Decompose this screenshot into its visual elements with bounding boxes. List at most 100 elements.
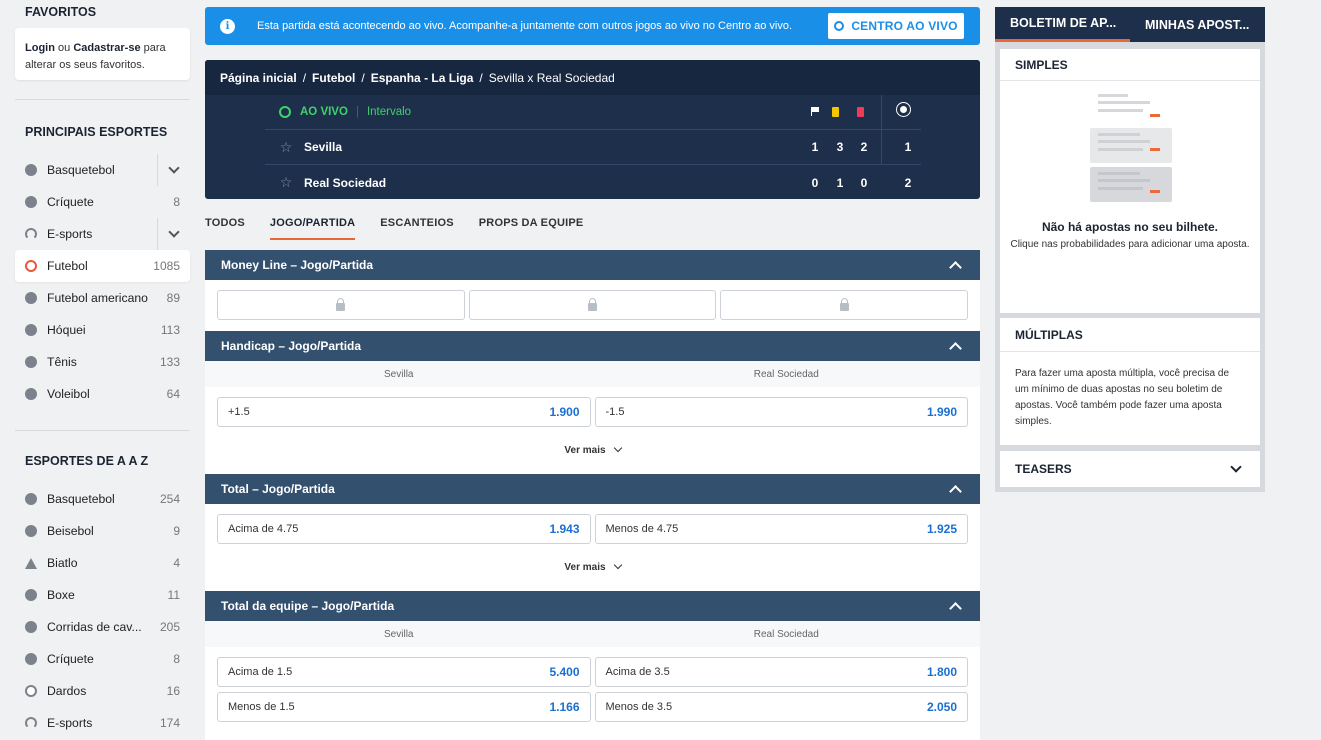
- az-item-boxe[interactable]: Boxe 11: [15, 579, 190, 611]
- multiples-panel: MÚLTIPLAS Para fazer uma aposta múltipla…: [1000, 318, 1260, 445]
- expand-button[interactable]: [157, 154, 190, 186]
- az-item-esports[interactable]: E-sports 174: [15, 707, 190, 739]
- sport-count: 205: [159, 620, 180, 634]
- breadcrumb-league[interactable]: Espanha - La Liga: [371, 71, 474, 85]
- market-columns: Sevilla Real Sociedad: [205, 361, 980, 387]
- live-banner: i Esta partida está acontecendo ao vivo.…: [205, 7, 980, 45]
- chevron-up-icon[interactable]: [949, 342, 962, 355]
- market-title: Money Line – Jogo/Partida: [221, 258, 374, 272]
- team-goals: 2: [904, 175, 912, 190]
- star-icon[interactable]: ☆: [279, 174, 293, 191]
- empty-slip-title: Não há apostas no seu bilhete.: [1041, 220, 1219, 234]
- tab-todos[interactable]: TODOS: [205, 210, 245, 240]
- sport-name: Futebol: [47, 259, 88, 273]
- sidebar-item-basquetebol[interactable]: Basquetebol: [15, 154, 190, 186]
- chevron-down-icon: [613, 560, 622, 570]
- see-more-button[interactable]: Ver mais: [205, 435, 980, 465]
- team-yellow-cards: 1: [836, 175, 844, 190]
- see-more-label: Ver mais: [564, 444, 606, 456]
- sidebar-item-criquete[interactable]: Críquete 8: [15, 186, 190, 218]
- odd-button[interactable]: Acima de 1.5 5.400: [217, 657, 591, 687]
- odd-button[interactable]: Menos de 1.5 1.166: [217, 692, 591, 722]
- sidebar-item-esports[interactable]: E-sports: [15, 218, 190, 250]
- sport-name: Futebol americano: [47, 291, 148, 305]
- chevron-down-icon: [168, 162, 180, 174]
- login-link[interactable]: Login: [25, 42, 55, 54]
- tab-jogo-partida[interactable]: JOGO/PARTIDA: [269, 210, 356, 240]
- breadcrumb: Página inicial / Futebol / Espanha - La Li…: [205, 60, 980, 95]
- sport-count: 1085: [153, 259, 180, 273]
- odd-button[interactable]: Acima de 4.75 1.943: [217, 514, 591, 544]
- team-red-cards: 0: [860, 175, 868, 190]
- az-item-criquete[interactable]: Críquete 8: [15, 643, 190, 675]
- sport-name: Corridas de cav...: [47, 620, 142, 634]
- empty-slip-illustration: [1090, 89, 1172, 206]
- az-item-corridas-de-cavalo[interactable]: Corridas de cav... 205: [15, 611, 190, 643]
- corner-flag-icon: [811, 107, 820, 116]
- tab-my-bets[interactable]: MINHAS APOST...: [1130, 7, 1265, 42]
- breadcrumb-home[interactable]: Página inicial: [220, 71, 297, 85]
- market-header[interactable]: Money Line – Jogo/Partida: [205, 250, 980, 280]
- sidebar-item-futebol-americano[interactable]: Futebol americano 89: [15, 282, 190, 314]
- scoreboard: Página inicial / Futebol / Espanha - La Li…: [205, 60, 980, 199]
- teasers-header[interactable]: TEASERS: [1000, 451, 1260, 487]
- team-goals: 1: [904, 140, 912, 154]
- tab-props-da-equipe[interactable]: PROPS DA EQUIPE: [479, 210, 584, 240]
- odd-label: -1.5: [605, 406, 625, 418]
- clock-icon: [279, 106, 291, 118]
- sport-name: Críquete: [47, 195, 94, 209]
- lock-icon: [336, 298, 346, 311]
- main-sports-title: PRINCIPAIS ESPORTES: [25, 125, 168, 139]
- market-moneyline: Money Line – Jogo/Partida: [205, 250, 980, 331]
- live-status: AO VIVO | Intervalo: [265, 106, 411, 118]
- betslip: BOLETIM DE AP... MINHAS APOST... SIMPLES: [995, 7, 1265, 492]
- singles-title: SIMPLES: [1000, 49, 1260, 81]
- sport-count: 113: [160, 323, 180, 337]
- chevron-up-icon[interactable]: [949, 261, 962, 274]
- team-corners: 1: [811, 140, 819, 154]
- teasers-title: TEASERS: [1015, 462, 1072, 476]
- odd-value: 2.050: [926, 700, 957, 714]
- odd-button[interactable]: +1.5 1.900: [217, 397, 591, 427]
- see-more-button[interactable]: Ver mais: [205, 552, 980, 582]
- market-columns: Sevilla Real Sociedad: [205, 621, 980, 647]
- left-sidebar: FAVORITOS Login ou Cadastrar-se para alt…: [15, 0, 190, 739]
- odd-button[interactable]: -1.5 1.990: [594, 397, 968, 427]
- chevron-down-icon[interactable]: [1230, 461, 1242, 473]
- odd-label: Acima de 1.5: [228, 666, 293, 678]
- market-title: Total – Jogo/Partida: [221, 482, 335, 496]
- odd-button[interactable]: Menos de 4.75 1.925: [594, 514, 968, 544]
- market-header[interactable]: Total – Jogo/Partida: [205, 474, 980, 504]
- chevron-down-icon: [168, 226, 180, 238]
- star-icon[interactable]: ☆: [279, 139, 293, 156]
- odd-button[interactable]: Menos de 3.5 2.050: [594, 692, 968, 722]
- breadcrumb-sport[interactable]: Futebol: [312, 71, 355, 85]
- odd-button[interactable]: Acima de 3.5 1.800: [594, 657, 968, 687]
- register-link[interactable]: Cadastrar-se: [73, 42, 140, 54]
- market-header[interactable]: Handicap – Jogo/Partida: [205, 331, 980, 361]
- sport-count: 133: [159, 355, 180, 369]
- sidebar-item-hoquei[interactable]: Hóquei 113: [15, 314, 190, 346]
- odd-label: Menos de 3.5: [605, 701, 673, 713]
- tab-betslip[interactable]: BOLETIM DE AP...: [995, 7, 1130, 42]
- sidebar-item-voleibol[interactable]: Voleibol 64: [15, 378, 190, 410]
- odd-label: Acima de 3.5: [605, 666, 670, 678]
- chevron-up-icon[interactable]: [949, 485, 962, 498]
- sport-count: 89: [166, 291, 180, 305]
- teasers-panel[interactable]: TEASERS: [1000, 451, 1260, 487]
- az-item-beisebol[interactable]: Beisebol 9: [15, 515, 190, 547]
- market-header[interactable]: Total da equipe – Jogo/Partida: [205, 591, 980, 621]
- chevron-up-icon[interactable]: [949, 602, 962, 615]
- sidebar-item-futebol[interactable]: Futebol 1085: [15, 250, 190, 282]
- sidebar-item-tenis[interactable]: Tênis 133: [15, 346, 190, 378]
- az-item-dardos[interactable]: Dardos 16: [15, 675, 190, 707]
- live-center-button[interactable]: CENTRO AO VIVO: [828, 13, 964, 39]
- az-item-basquetebol[interactable]: Basquetebol 254: [15, 483, 190, 515]
- score-header: AO VIVO | Intervalo: [265, 95, 921, 130]
- headset-icon: [25, 228, 37, 240]
- sport-count: 9: [173, 524, 180, 538]
- az-item-biatlo[interactable]: Biatlo 4: [15, 547, 190, 579]
- expand-button[interactable]: [157, 218, 190, 250]
- tab-escanteios[interactable]: ESCANTEIOS: [380, 210, 454, 240]
- odd-value: 5.400: [549, 665, 580, 679]
